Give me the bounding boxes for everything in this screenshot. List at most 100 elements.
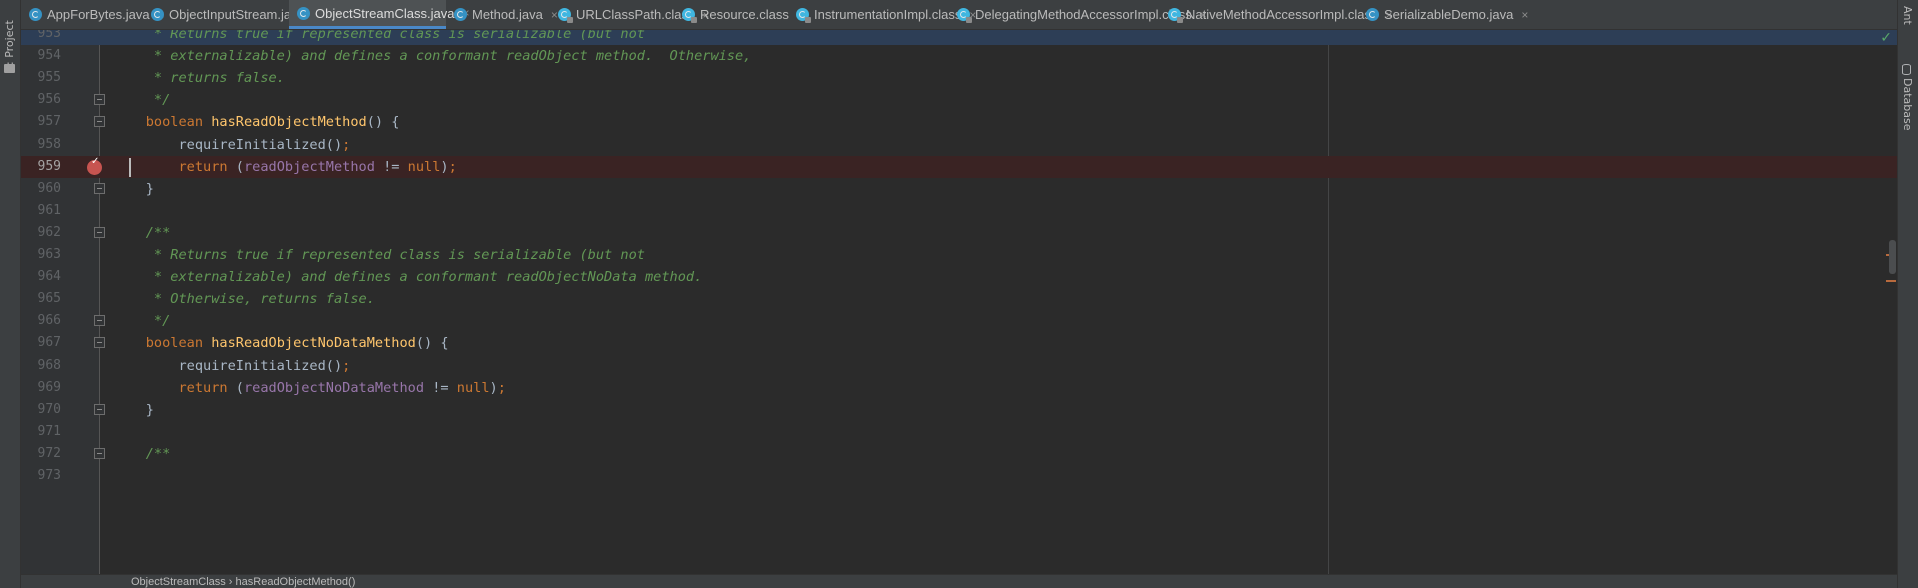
line-number: 956 [37, 92, 61, 108]
code-text[interactable]: return (readObjectNoDataMethod != null); [113, 377, 505, 399]
compiled-class-icon [558, 8, 573, 23]
code-text[interactable]: * externalizable) and defines a conforma… [113, 45, 751, 67]
editor-tab-label: InstrumentationImpl.class [814, 7, 962, 22]
ant-tool-label: Ant [1901, 6, 1914, 25]
compiled-class-icon [796, 8, 811, 23]
editor-tab[interactable]: SerializableDemo.java × [1358, 0, 1528, 29]
line-number: 959 [37, 158, 61, 174]
editor-tab[interactable]: DelegatingMethodAccessorImpl.class × [949, 0, 1207, 29]
database-tool-tab[interactable]: Database [1901, 64, 1916, 135]
editor-tab[interactable]: ObjectInputStream.java× [143, 0, 320, 29]
code-line[interactable]: 962 /** [21, 222, 1897, 244]
code-text[interactable]: boolean hasReadObjectMethod() { [113, 111, 400, 133]
line-number: 967 [37, 335, 61, 351]
compiled-class-icon [682, 8, 697, 23]
code-text[interactable]: */ [113, 89, 170, 111]
code-line[interactable]: 956 */ [21, 89, 1897, 111]
code-text[interactable]: boolean hasReadObjectNoDataMethod() { [113, 332, 449, 354]
code-text[interactable]: * returns false. [113, 67, 285, 89]
database-icon [1902, 64, 1911, 75]
code-line[interactable]: 971 [21, 421, 1897, 443]
line-number: 971 [37, 423, 61, 439]
code-text[interactable]: /** [113, 443, 171, 465]
code-text[interactable]: } [113, 178, 154, 200]
fold-marker-icon[interactable] [94, 447, 105, 459]
editor-tab[interactable]: NativeMethodAccessorImpl.class × [1160, 0, 1392, 29]
fold-marker-icon[interactable] [94, 403, 105, 415]
code-editor[interactable]: 953 * Returns true if represented class … [21, 30, 1897, 574]
editor-tab[interactable]: AppForBytes.java× [21, 0, 165, 29]
line-number: 955 [37, 70, 61, 86]
fold-marker-icon[interactable] [94, 182, 105, 194]
editor-tab-label: AppForBytes.java [47, 7, 150, 22]
code-line[interactable]: 967 boolean hasReadObjectNoDataMethod() … [21, 332, 1897, 354]
code-line[interactable]: 963 * Returns true if represented class … [21, 244, 1897, 266]
code-line[interactable]: 957 boolean hasReadObjectMethod() { [21, 111, 1897, 133]
breadcrumb[interactable]: ObjectStreamClass › hasReadObjectMethod(… [131, 576, 355, 588]
editor-tab[interactable]: Resource.class× [674, 0, 804, 29]
java-class-icon [1366, 8, 1379, 21]
code-line[interactable]: 972 /** [21, 443, 1897, 465]
line-number: 965 [37, 291, 61, 307]
editor-tab-label: ObjectStreamClass.java [315, 5, 455, 21]
code-line[interactable]: 959 return (readObjectMethod != null); [21, 155, 1897, 178]
java-class-icon [151, 8, 164, 21]
fold-marker-icon[interactable] [94, 315, 105, 327]
editor-tab[interactable]: InstrumentationImpl.class × [788, 0, 976, 29]
editor-tab-label: Method.java [472, 7, 543, 22]
line-number: 969 [37, 379, 61, 395]
code-text[interactable]: return (readObjectMethod != null); [113, 156, 456, 178]
editor-tab[interactable]: ObjectStreamClass.java× [289, 0, 469, 29]
code-text[interactable]: } [113, 399, 154, 421]
code-line[interactable]: 953 * Returns true if represented class … [21, 30, 1897, 45]
code-text[interactable]: requireInitialized(); [113, 134, 350, 156]
line-number: 964 [37, 269, 61, 285]
code-line[interactable]: 954 * externalizable) and defines a conf… [21, 45, 1897, 67]
code-text[interactable]: requireInitialized(); [113, 355, 350, 377]
code-line[interactable]: 964 * externalizable) and defines a conf… [21, 266, 1897, 288]
code-line[interactable]: 970 } [21, 399, 1897, 421]
fold-marker-icon[interactable] [94, 226, 105, 238]
line-number: 954 [37, 48, 61, 64]
java-class-icon [297, 6, 310, 20]
ant-tool-tab[interactable]: Ant [1901, 6, 1916, 29]
editor-tab[interactable]: URLClassPath.class × [550, 0, 710, 29]
error-stripe-marker[interactable] [1886, 280, 1896, 282]
editor-tab[interactable]: Method.java × [446, 0, 558, 29]
java-class-icon [454, 8, 467, 21]
code-text[interactable]: * Returns true if represented class is s… [113, 30, 645, 45]
folder-icon [4, 64, 15, 73]
code-text[interactable]: * Otherwise, returns false. [113, 288, 375, 310]
vertical-scrollbar-thumb[interactable] [1889, 240, 1896, 274]
code-line[interactable]: 969 return (readObjectNoDataMethod != nu… [21, 377, 1897, 399]
fold-marker-icon[interactable] [94, 337, 105, 349]
compiled-class-icon [957, 8, 972, 23]
close-tab-icon[interactable]: × [1521, 8, 1528, 22]
inspection-ok-icon[interactable]: ✓ [1880, 30, 1892, 46]
right-tool-strip: Ant Database [1897, 0, 1918, 588]
line-number: 960 [37, 180, 61, 196]
code-line[interactable]: 973 [21, 465, 1897, 487]
editor-tab-label: SerializableDemo.java [1384, 7, 1514, 22]
code-line[interactable]: 958 requireInitialized(); [21, 134, 1897, 156]
code-text[interactable]: * Returns true if represented class is s… [113, 244, 645, 266]
code-line[interactable]: 955 * returns false. [21, 67, 1897, 89]
code-line[interactable]: 966 */ [21, 310, 1897, 332]
line-number: 963 [37, 247, 61, 262]
database-tool-label: Database [1901, 78, 1914, 131]
code-text[interactable]: */ [113, 310, 170, 332]
fold-marker-icon[interactable] [94, 116, 105, 128]
code-line[interactable]: 968 requireInitialized(); [21, 355, 1897, 377]
code-line[interactable]: 965 * Otherwise, returns false. [21, 288, 1897, 310]
code-line[interactable]: 960 } [21, 178, 1897, 200]
editor-tab-label: NativeMethodAccessorImpl.class [1186, 7, 1378, 22]
breakpoint-icon[interactable] [87, 156, 102, 175]
editor-tab-label: ObjectInputStream.java [169, 7, 305, 22]
editor-tab-bar: AppForBytes.java×ObjectInputStream.java×… [21, 0, 1897, 30]
code-text[interactable]: * externalizable) and defines a conforma… [113, 266, 702, 288]
project-tool-label: 1: Project [3, 20, 16, 72]
line-number: 961 [37, 202, 61, 218]
code-text[interactable]: /** [113, 222, 171, 244]
fold-marker-icon[interactable] [94, 94, 105, 106]
code-line[interactable]: 961 [21, 200, 1897, 222]
